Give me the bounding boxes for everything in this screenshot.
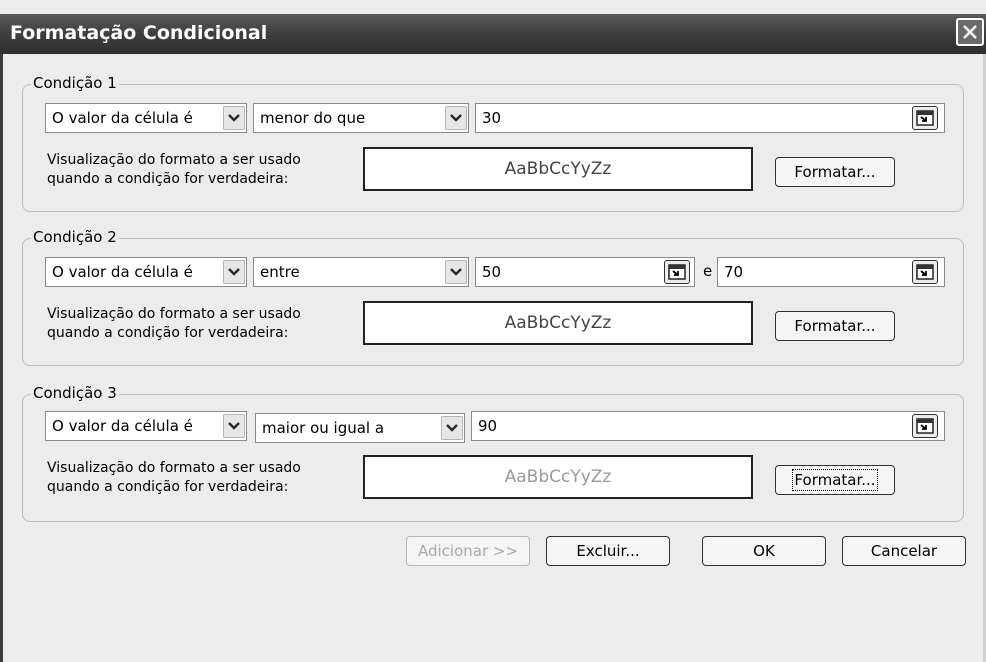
condition-3-type-dropdown[interactable] (223, 414, 245, 438)
condition-2-operator-select[interactable]: entre (253, 257, 469, 287)
condition-1-group: Condição 1 O valor da célula é menor do … (22, 74, 964, 212)
condition-3-format-button[interactable]: Formatar... (775, 465, 895, 495)
condition-3-value-text: 90 (478, 417, 498, 435)
collapse-dialog-icon (916, 418, 934, 434)
condition-3-legend: Condição 3 (31, 384, 119, 402)
condition-1-operator-dropdown[interactable] (445, 106, 467, 130)
condition-2-type-value: O valor da célula é (52, 263, 193, 281)
chevron-down-icon (228, 422, 240, 430)
chevron-down-icon (228, 268, 240, 276)
title-bar: Formatação Condicional (0, 14, 986, 54)
condition-2-operator-value: entre (260, 263, 300, 281)
condition-1-legend: Condição 1 (31, 74, 119, 92)
condition-3-preview-label: Visualização do formato a ser usado quan… (47, 460, 301, 495)
condition-1-type-select[interactable]: O valor da célula é (45, 103, 247, 133)
condition-3-type-select[interactable]: O valor da célula é (45, 411, 247, 441)
condition-2-value2-text: 70 (724, 263, 744, 281)
condition-2-type-select[interactable]: O valor da célula é (45, 257, 247, 287)
chevron-down-icon (450, 268, 462, 276)
condition-1-operator-value: menor do que (260, 109, 366, 127)
ok-button[interactable]: OK (702, 536, 826, 566)
condition-2-group: Condição 2 O valor da célula é entre 50 (22, 228, 964, 366)
condition-2-value2-input[interactable]: 70 (717, 257, 945, 287)
delete-condition-button[interactable]: Excluir... (546, 536, 670, 566)
condition-3-operator-dropdown[interactable] (441, 416, 463, 440)
condition-3-group: Condição 3 O valor da célula é maior ou … (22, 384, 964, 522)
collapse-dialog-icon (668, 264, 686, 280)
cancel-button[interactable]: Cancelar (842, 536, 966, 566)
chevron-down-icon (228, 114, 240, 122)
condition-3-operator-value: maior ou igual a (262, 419, 385, 437)
condition-2-format-button[interactable]: Formatar... (775, 311, 895, 341)
chevron-down-icon (450, 114, 462, 122)
condition-1-value-input[interactable]: 30 (475, 103, 945, 133)
condition-2-operator-dropdown[interactable] (445, 260, 467, 284)
condition-2-value1-text: 50 (482, 263, 502, 281)
condition-3-type-value: O valor da célula é (52, 417, 193, 435)
between-and-label: e (703, 262, 713, 280)
condition-1-preview: AaBbCcYyZz (363, 147, 753, 191)
condition-3-preview: AaBbCcYyZz (363, 455, 753, 499)
condition-3-collapse-button[interactable] (912, 414, 938, 438)
condition-1-preview-label: Visualização do formato a ser usado quan… (47, 152, 301, 187)
condition-2-preview-label: Visualização do formato a ser usado quan… (47, 306, 301, 341)
condition-1-format-button[interactable]: Formatar... (775, 157, 895, 187)
window-border-left (0, 54, 3, 662)
condition-1-type-value: O valor da célula é (52, 109, 193, 127)
condition-2-value1-collapse-button[interactable] (664, 260, 690, 284)
condition-1-value-text: 30 (482, 109, 502, 127)
conditional-formatting-dialog: Formatação Condicional Condição 1 O valo… (0, 0, 986, 662)
close-icon (963, 25, 977, 39)
window-title: Formatação Condicional (10, 22, 268, 44)
collapse-dialog-icon (916, 264, 934, 280)
condition-2-preview: AaBbCcYyZz (363, 301, 753, 345)
condition-1-collapse-button[interactable] (912, 106, 938, 130)
add-condition-button[interactable]: Adicionar >> (406, 536, 530, 566)
chevron-down-icon (446, 424, 458, 432)
close-button[interactable] (956, 18, 984, 46)
condition-3-operator-select[interactable]: maior ou igual a (255, 413, 465, 443)
condition-1-type-dropdown[interactable] (223, 106, 245, 130)
condition-3-value-input[interactable]: 90 (471, 411, 945, 441)
condition-2-type-dropdown[interactable] (223, 260, 245, 284)
condition-2-legend: Condição 2 (31, 228, 119, 246)
condition-2-value1-input[interactable]: 50 (475, 257, 695, 287)
condition-2-value2-collapse-button[interactable] (912, 260, 938, 284)
condition-1-operator-select[interactable]: menor do que (253, 103, 469, 133)
collapse-dialog-icon (916, 110, 934, 126)
